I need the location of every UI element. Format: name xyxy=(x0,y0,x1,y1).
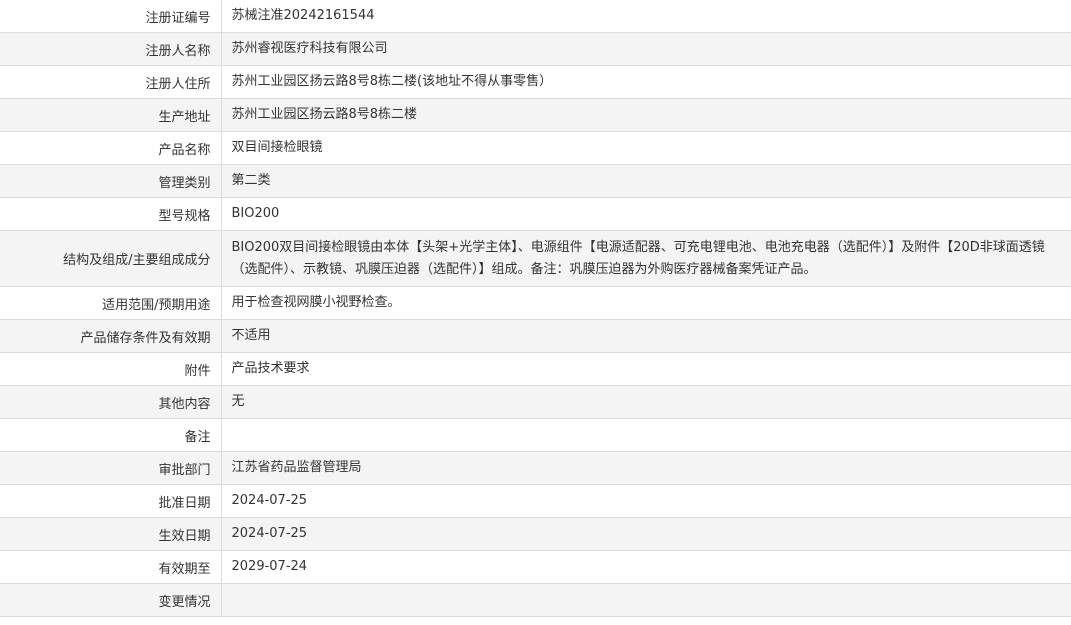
field-label: 注册证编号 xyxy=(0,0,222,33)
field-label: 型号规格 xyxy=(0,197,222,231)
field-value: 用于检查视网膜小视野检查。 xyxy=(221,286,1071,320)
registration-table: 注册证编号 苏械注准20242161544 注册人名称 苏州睿视医疗科技有限公司… xyxy=(0,0,1071,617)
field-label: 批准日期 xyxy=(0,484,222,518)
row-intended-use: 适用范围/预期用途 用于检查视网膜小视野检查。 xyxy=(0,286,1071,320)
field-value: 无 xyxy=(221,385,1071,419)
field-value: 江苏省药品监督管理局 xyxy=(221,451,1071,485)
row-registrant-address: 注册人住所 苏州工业园区扬云路8号8栋二楼(该地址不得从事零售） xyxy=(0,65,1071,99)
field-label: 管理类别 xyxy=(0,164,222,198)
field-value: 产品技术要求 xyxy=(221,352,1071,386)
field-value: 2029-07-24 xyxy=(221,550,1071,584)
field-label: 产品名称 xyxy=(0,131,222,165)
registration-record: 注册证编号 苏械注准20242161544 注册人名称 苏州睿视医疗科技有限公司… xyxy=(0,0,1071,617)
row-management-category: 管理类别 第二类 xyxy=(0,164,1071,198)
field-value: 2024-07-25 xyxy=(221,517,1071,551)
row-structure-composition: 结构及组成/主要组成成分 BIO200双目间接检眼镜由本体【头架+光学主体】、电… xyxy=(0,230,1071,287)
field-value xyxy=(221,583,1071,617)
field-label: 变更情况 xyxy=(0,583,222,617)
field-value: 第二类 xyxy=(221,164,1071,198)
field-value: 苏械注准20242161544 xyxy=(221,0,1071,33)
field-value: 2024-07-25 xyxy=(221,484,1071,518)
field-label: 注册人名称 xyxy=(0,32,222,66)
row-production-address: 生产地址 苏州工业园区扬云路8号8栋二楼 xyxy=(0,98,1071,132)
field-value: BIO200 xyxy=(221,197,1071,231)
field-label: 注册人住所 xyxy=(0,65,222,99)
row-storage-validity: 产品储存条件及有效期 不适用 xyxy=(0,319,1071,353)
field-label: 适用范围/预期用途 xyxy=(0,286,222,320)
row-other-content: 其他内容 无 xyxy=(0,385,1071,419)
row-expiry-date: 有效期至 2029-07-24 xyxy=(0,550,1071,584)
field-value: 不适用 xyxy=(221,319,1071,353)
field-value xyxy=(221,418,1071,452)
field-label: 备注 xyxy=(0,418,222,452)
field-value: 双目间接检眼镜 xyxy=(221,131,1071,165)
row-approval-department: 审批部门 江苏省药品监督管理局 xyxy=(0,451,1071,485)
row-model-spec: 型号规格 BIO200 xyxy=(0,197,1071,231)
row-effective-date: 生效日期 2024-07-25 xyxy=(0,517,1071,551)
row-attachment: 附件 产品技术要求 xyxy=(0,352,1071,386)
field-label: 其他内容 xyxy=(0,385,222,419)
field-label: 产品储存条件及有效期 xyxy=(0,319,222,353)
row-approval-date: 批准日期 2024-07-25 xyxy=(0,484,1071,518)
row-remarks: 备注 xyxy=(0,418,1071,452)
field-value: BIO200双目间接检眼镜由本体【头架+光学主体】、电源组件【电源适配器、可充电… xyxy=(221,230,1071,287)
field-label: 生产地址 xyxy=(0,98,222,132)
field-label: 附件 xyxy=(0,352,222,386)
row-registration-number: 注册证编号 苏械注准20242161544 xyxy=(0,0,1071,33)
row-product-name: 产品名称 双目间接检眼镜 xyxy=(0,131,1071,165)
field-label: 审批部门 xyxy=(0,451,222,485)
field-value: 苏州工业园区扬云路8号8栋二楼 xyxy=(221,98,1071,132)
field-label: 结构及组成/主要组成成分 xyxy=(0,230,222,287)
field-label: 有效期至 xyxy=(0,550,222,584)
row-registrant-name: 注册人名称 苏州睿视医疗科技有限公司 xyxy=(0,32,1071,66)
row-change-history: 变更情况 xyxy=(0,583,1071,617)
field-value: 苏州睿视医疗科技有限公司 xyxy=(221,32,1071,66)
field-value: 苏州工业园区扬云路8号8栋二楼(该地址不得从事零售） xyxy=(221,65,1071,99)
field-label: 生效日期 xyxy=(0,517,222,551)
